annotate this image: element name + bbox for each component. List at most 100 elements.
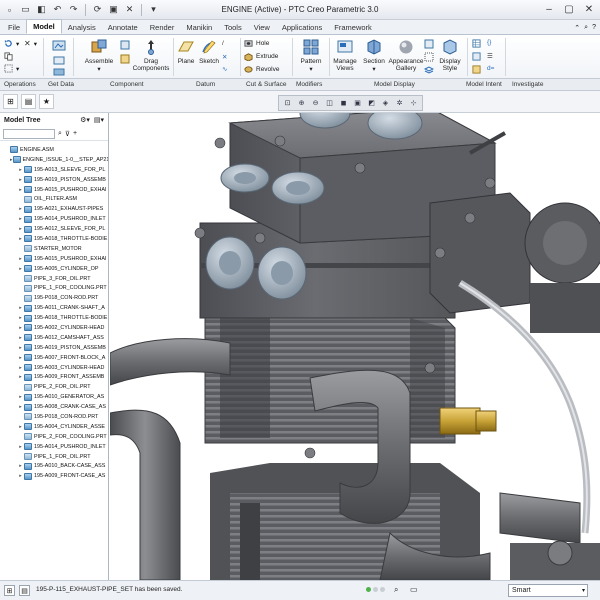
view-manager-icon[interactable]: ◩ <box>365 97 378 109</box>
create-component-icon[interactable] <box>120 54 130 64</box>
favorites-tab-icon[interactable]: ★ <box>39 94 54 109</box>
drag-components-button[interactable]: Drag Components <box>132 38 170 72</box>
family-table-button[interactable] <box>472 39 481 48</box>
expand-icon[interactable]: ▸ <box>17 236 24 242</box>
parameters-button[interactable]: {} <box>487 39 491 46</box>
group-cut-surface[interactable]: Cut & Surface <box>246 81 286 88</box>
tree-node[interactable]: PIPE_2_FOR_OIL.PRT <box>0 382 108 392</box>
tree-node[interactable]: ▸ 195-A019_PISTON_ASSEMB <box>0 175 108 185</box>
expand-icon[interactable]: ▸ <box>17 463 24 469</box>
tree-node[interactable]: ▸ 195-A003_CYLINDER-HEAD <box>0 363 108 373</box>
expand-icon[interactable]: ▸ <box>17 335 24 341</box>
tree-node[interactable]: 195-P018_CON-ROD.PRT <box>0 412 108 422</box>
tree-node[interactable]: ▸ 195-A012_SLEEVE_FOR_PL <box>0 224 108 234</box>
tab-applications[interactable]: Applications <box>276 21 328 34</box>
tree-node[interactable]: ▸ 195-A011_CRANK-SHAFT_A <box>0 303 108 313</box>
expand-icon[interactable]: ▸ <box>17 167 24 173</box>
search-icon[interactable]: ⌕ <box>394 585 398 595</box>
close-icon[interactable]: ✕ <box>582 2 596 16</box>
search-icon[interactable]: ⌕ <box>584 24 588 32</box>
display-tool-icon[interactable] <box>424 39 434 49</box>
display-style-view-icon[interactable]: ◼ <box>337 97 350 109</box>
hidden-line-icon[interactable] <box>424 52 434 62</box>
copy-button[interactable] <box>4 52 13 61</box>
tree-node[interactable]: ▸ 195-A007_FRONT-BLOCK_A <box>0 353 108 363</box>
show-icon[interactable]: ▤▾ <box>94 116 104 124</box>
tree-node[interactable]: ▸ 195-A018_THROTTLE-BODIE <box>0 234 108 244</box>
regenerate-button[interactable]: ▾ <box>4 39 19 48</box>
csys-button[interactable]: ∿ <box>222 65 227 73</box>
folder-browser-tab-icon[interactable]: ▤ <box>21 94 36 109</box>
group-model-intent[interactable]: Model Intent <box>466 81 502 88</box>
tree-node[interactable]: ▸ 195-A010_GENERATOR_AS <box>0 392 108 402</box>
show-navigator-icon[interactable]: ⊞ <box>4 585 15 596</box>
zoom-in-icon[interactable]: ⊕ <box>295 97 308 109</box>
tree-node[interactable]: ▸ 195-A019_PISTON_ASSEMB <box>0 343 108 353</box>
tree-node[interactable]: ▸ 195-A013_SLEEVE_FOR_PL <box>0 165 108 175</box>
pattern-button[interactable]: Pattern ▾ <box>298 38 324 73</box>
delete-button[interactable]: ✕ ▾ <box>24 39 37 48</box>
group-modifiers[interactable]: Modifiers <box>296 81 322 88</box>
assemble-button[interactable]: Assemble ▾ <box>82 38 116 73</box>
tree-node[interactable]: ▸ 195-A005_CYLINDER_OP <box>0 264 108 274</box>
tree-node[interactable]: ▸ ENGINE_ISSUE_1-0__STEP_AP21 <box>0 155 108 165</box>
tab-analysis[interactable]: Analysis <box>62 21 102 34</box>
graphics-window[interactable] <box>110 113 600 580</box>
group-investigate[interactable]: Investigate <box>512 81 543 88</box>
switch-dimensions-button[interactable]: ☰ <box>487 52 493 60</box>
tree-node[interactable]: ▸ 195-A015_PUSHROD_EXHAI <box>0 185 108 195</box>
sketch-button[interactable]: Sketch <box>198 38 220 65</box>
tree-node[interactable]: ▸ 195-A009_FRONT-CASE_AS <box>0 471 108 481</box>
model-tree-tab-icon[interactable]: ⊞ <box>3 94 18 109</box>
expand-icon[interactable]: ▸ <box>17 374 24 380</box>
maximize-icon[interactable]: ▢ <box>562 2 576 16</box>
collapse-ribbon-icon[interactable]: ⌃ <box>574 24 580 32</box>
revolve-button[interactable]: Revolve <box>244 65 279 74</box>
filter-icon[interactable]: ⊽ <box>65 130 70 138</box>
tab-annotate[interactable]: Annotate <box>102 21 144 34</box>
tree-node[interactable]: ▸ 195-A008_CRANK-CASE_AS <box>0 402 108 412</box>
plane-button[interactable]: Plane <box>176 38 196 65</box>
tree-node[interactable]: PIPE_2_FOR_COOLING.PRT <box>0 432 108 442</box>
group-operations[interactable]: Operations <box>4 81 36 88</box>
expand-icon[interactable]: ▸ <box>17 325 24 331</box>
tree-node[interactable]: PIPE_1_FOR_COOLING.PRT <box>0 283 108 293</box>
publish-geometry-button[interactable] <box>472 65 481 74</box>
tree-node[interactable]: 195-P018_CON-ROD.PRT <box>0 293 108 303</box>
tree-node[interactable]: ▸ 195-A010_BACK-CASE_ASS <box>0 462 108 472</box>
expand-icon[interactable]: ▸ <box>17 206 24 212</box>
tree-node[interactable]: ▸ 195-A014_PUSHROD_INLET <box>0 214 108 224</box>
axis-button[interactable]: / <box>222 40 224 47</box>
expand-icon[interactable]: ▸ <box>17 444 24 450</box>
expand-icon[interactable]: ▸ <box>17 424 24 430</box>
shrinkwrap-icon[interactable] <box>52 68 66 76</box>
select-button[interactable]: ▾ <box>4 64 19 73</box>
expand-icon[interactable]: ▸ <box>17 216 24 222</box>
repaint-icon[interactable]: ◫ <box>323 97 336 109</box>
tree-node[interactable]: ▸ 195-A021_EXHAUST-PIPES <box>0 204 108 214</box>
expand-icon[interactable]: ▸ <box>17 266 24 272</box>
tab-view[interactable]: View <box>248 21 276 34</box>
datum-display-icon[interactable]: ✲ <box>393 97 406 109</box>
refit-icon[interactable]: ⊡ <box>281 97 294 109</box>
tab-model[interactable]: Model <box>26 19 62 34</box>
tree-node[interactable]: STARTER_MOTOR <box>0 244 108 254</box>
tree-node[interactable]: PIPE_3_FOR_OIL.PRT <box>0 274 108 284</box>
saved-orientations-icon[interactable]: ▣ <box>351 97 364 109</box>
tab-render[interactable]: Render <box>144 21 181 34</box>
zoom-out-icon[interactable]: ⊖ <box>309 97 322 109</box>
appearance-gallery-button[interactable]: Appearance Gallery <box>388 38 424 72</box>
selection-filter-dropdown[interactable]: Smart ▾ <box>508 584 588 597</box>
tab-framework[interactable]: Framework <box>328 21 378 34</box>
layers-icon[interactable] <box>424 65 434 75</box>
tree-node[interactable]: OIL_FILTER.ASM <box>0 194 108 204</box>
expand-icon[interactable]: ▸ <box>17 404 24 410</box>
extrude-button[interactable]: Extrude <box>244 52 278 61</box>
tree-node[interactable]: ▸ 195-A002_CYLINDER-HEAD <box>0 323 108 333</box>
expand-icon[interactable]: ▸ <box>17 355 24 361</box>
tab-manikin[interactable]: Manikin <box>180 21 218 34</box>
group-model-display[interactable]: Model Display <box>374 81 415 88</box>
tab-tools[interactable]: Tools <box>218 21 248 34</box>
expand-icon[interactable]: ▸ <box>17 187 24 193</box>
group-datum[interactable]: Datum <box>196 81 215 88</box>
